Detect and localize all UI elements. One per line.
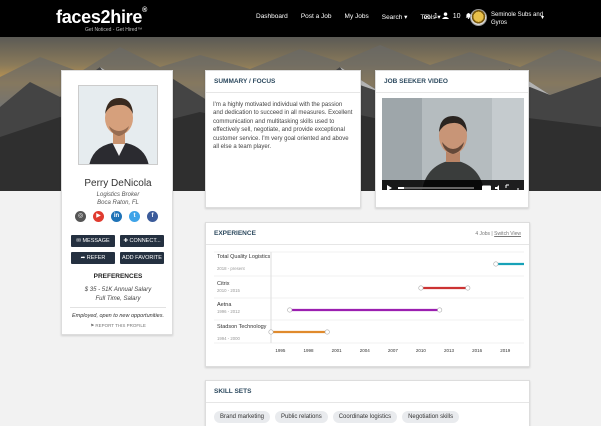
- summary-text: I'm a highly motivated individual with t…: [213, 102, 353, 151]
- profile-photo: [78, 85, 158, 165]
- messages-count: 1: [433, 13, 438, 20]
- divider: [70, 307, 166, 308]
- skill-chip[interactable]: Negotiation skills: [402, 411, 460, 423]
- experience-card: EXPERIENCE 4 Jobs | Switch View Total Qu…: [205, 222, 530, 367]
- employment-status: Employed, open to new opportunities.: [71, 313, 165, 319]
- envelope-icon[interactable]: ✉: [424, 13, 430, 21]
- timeline-end-dot: [465, 285, 471, 291]
- profile-title: Logistics Broker: [96, 192, 140, 198]
- logo-mark: ®: [142, 7, 147, 14]
- twitter-icon[interactable]: t: [129, 211, 140, 222]
- skill-chip[interactable]: Public relations: [275, 411, 328, 423]
- tagline: Get Noticed - Get Hired™: [85, 27, 143, 33]
- preferred-salary: $ 35 - 51K Annual Salary: [84, 287, 152, 293]
- nav-search[interactable]: Search ▾: [382, 13, 408, 21]
- skills-card: SKILL SETS Brand marketing Public relati…: [205, 380, 530, 426]
- timeline-end-dot: [437, 307, 443, 313]
- logo-number: 2: [100, 7, 111, 27]
- timeline-axis-label: 2016: [472, 348, 483, 353]
- profile-location: Boca Raton, FL: [97, 200, 139, 206]
- skill-chips: Brand marketing Public relations Coordin…: [214, 411, 460, 423]
- company-name-line1: Seminole Subs and: [491, 12, 544, 18]
- video-heading: JOB SEEKER VIDEO: [376, 71, 528, 93]
- message-button[interactable]: ✉ MESSAGE: [71, 235, 115, 247]
- top-nav: faces2hire® Get Noticed - Get Hired™ Das…: [0, 0, 601, 37]
- refer-button[interactable]: ➦ REFER: [71, 252, 115, 264]
- facebook-icon[interactable]: f: [147, 211, 158, 222]
- timeline-axis-label: 2013: [444, 348, 455, 353]
- timeline-axis-label: 2019: [500, 348, 511, 353]
- report-profile-link[interactable]: ⚑ REPORT THIS PROFILE: [62, 323, 174, 329]
- youtube-icon[interactable]: ▶: [93, 211, 104, 222]
- people-count: 10: [452, 13, 461, 20]
- logo[interactable]: faces2hire®: [56, 7, 147, 28]
- experience-timeline: [214, 251, 524, 344]
- summary-heading: SUMMARY / FOCUS: [206, 71, 360, 93]
- timeline-axis-label: 1995: [275, 348, 286, 353]
- timeline-end-dot: [324, 329, 330, 335]
- video-card: JOB SEEKER VIDEO: [375, 70, 529, 208]
- nav-my-jobs[interactable]: My Jobs: [345, 13, 369, 21]
- nav-post-a-job[interactable]: Post a Job: [301, 13, 332, 21]
- timeline-axis-label: 2007: [387, 348, 398, 353]
- profile-name: Perry DeNicola: [84, 178, 152, 189]
- person-icon[interactable]: [441, 12, 449, 21]
- logo-text-end: hire: [110, 7, 143, 27]
- linkedin-icon[interactable]: in: [111, 211, 122, 222]
- add-favorite-button[interactable]: ADD FAVORITE: [120, 252, 164, 264]
- video-controls: [382, 180, 524, 190]
- timeline-start-dot: [493, 261, 499, 267]
- skills-heading: SKILL SETS: [206, 381, 529, 403]
- play-icon: [387, 185, 392, 190]
- timeline-start-dot: [268, 329, 274, 335]
- timeline-axis-label: 1998: [303, 348, 314, 353]
- summary-card: SUMMARY / FOCUS I'm a highly motivated i…: [205, 70, 361, 208]
- timeline-start-dot: [287, 307, 293, 313]
- chevron-down-icon[interactable]: ▾: [541, 14, 544, 21]
- social-links: ◎ ▶ in t f: [75, 211, 158, 222]
- timeline-axis-label: 2004: [359, 348, 370, 353]
- timeline-axis-label: 2001: [331, 348, 342, 353]
- profile-card: Perry DeNicola Logistics Broker Boca Rat…: [61, 70, 173, 335]
- preferences-heading: PREFERENCES: [93, 273, 143, 280]
- timeline-start-dot: [418, 285, 424, 291]
- instagram-icon[interactable]: ◎: [75, 211, 86, 222]
- company-name-line2: Gyros: [491, 20, 508, 26]
- logo-text: faces: [56, 7, 101, 27]
- connect-button[interactable]: ✚ CONNECT...: [120, 235, 164, 247]
- video-player[interactable]: [382, 98, 524, 190]
- preferred-type: Full Time, Salary: [95, 296, 141, 302]
- company-avatar[interactable]: [470, 9, 487, 26]
- company-name[interactable]: Seminole Subs and Gyros: [491, 11, 543, 27]
- timeline-axis-label: 2010: [415, 348, 426, 353]
- skill-chip[interactable]: Brand marketing: [214, 411, 271, 423]
- nav-dashboard[interactable]: Dashboard: [256, 13, 288, 21]
- skill-chip[interactable]: Coordinate logistics: [332, 411, 398, 423]
